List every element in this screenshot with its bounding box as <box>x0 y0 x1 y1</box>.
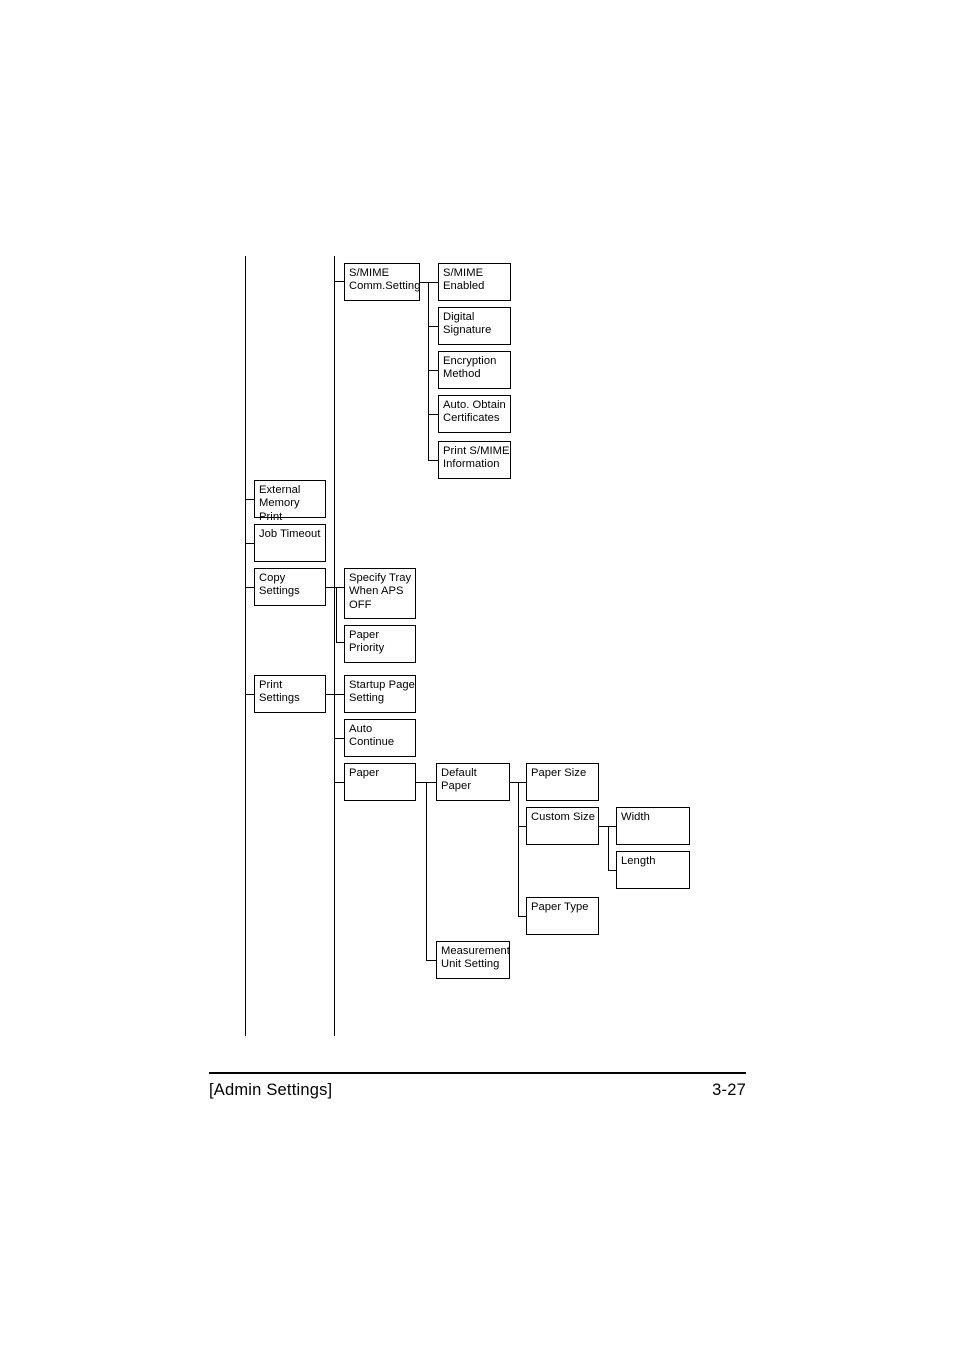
node-auto-obtain-certificates[interactable]: Auto. Obtain Certificates <box>438 395 511 433</box>
node-startup-page-setting[interactable]: Startup Page Setting <box>344 675 416 713</box>
connector-smime-enabled <box>420 282 438 283</box>
node-length[interactable]: Length <box>616 851 690 889</box>
footer-page-number: 3-27 <box>712 1080 746 1099</box>
connector-paper-size <box>518 782 526 783</box>
node-digital-signature[interactable]: Digital Signature <box>438 307 511 345</box>
node-encryption-method[interactable]: Encryption Method <box>438 351 511 389</box>
smime-children-spine <box>428 282 429 461</box>
connector-paper <box>334 782 344 783</box>
node-external-memory-print[interactable]: External Memory Print <box>254 480 326 523</box>
paper-children-spine <box>426 782 427 960</box>
node-job-timeout[interactable]: Job Timeout <box>254 524 326 562</box>
connector-auto-obtain-certificates <box>428 414 438 415</box>
connector-job-timeout <box>245 543 254 544</box>
node-paper-type[interactable]: Paper Type <box>526 897 599 935</box>
second-level-trunk-line <box>334 256 335 1036</box>
connector-length <box>608 870 616 871</box>
default-paper-children-spine <box>518 782 519 916</box>
footer-section-label: [Admin Settings] <box>209 1080 333 1099</box>
connector-custom-size <box>518 826 526 827</box>
connector-default-paper-branch <box>510 782 518 783</box>
page: S/MIME Comm.Setting S/MIME Enabled Digit… <box>0 0 954 1350</box>
connector-measurement-unit-setting <box>426 960 436 961</box>
connector-default-paper <box>426 782 436 783</box>
connector-auto-continue <box>334 738 344 739</box>
root-trunk-line <box>245 256 246 1036</box>
custom-size-children-spine <box>608 826 609 870</box>
connector-specify-tray-when-aps-off <box>336 587 344 588</box>
node-smime-enabled[interactable]: S/MIME Enabled <box>438 263 511 301</box>
connector-custom-size-branch <box>599 826 608 827</box>
connector-print-smime-information <box>428 460 438 461</box>
connector-width <box>608 826 616 827</box>
node-smime-comm-setting[interactable]: S/MIME Comm.Setting <box>344 263 420 301</box>
connector-copy-settings-branch <box>326 587 336 588</box>
node-default-paper[interactable]: Default Paper <box>436 763 510 801</box>
page-footer: [Admin Settings] 3-27 <box>209 1072 746 1100</box>
node-width[interactable]: Width <box>616 807 690 845</box>
node-print-smime-information[interactable]: Print S/MIME Information <box>438 441 511 479</box>
node-paper-priority[interactable]: Paper Priority <box>344 625 416 663</box>
connector-external-memory-print <box>245 499 254 500</box>
connector-copy-settings <box>245 587 254 588</box>
connector-startup-page-setting <box>334 694 344 695</box>
node-paper[interactable]: Paper <box>344 763 416 801</box>
node-measurement-unit-setting[interactable]: Measurement Unit Setting <box>436 941 510 979</box>
connector-paper-priority <box>336 642 344 643</box>
connector-print-settings <box>245 694 254 695</box>
connector-paper-branch <box>416 782 426 783</box>
connector-print-settings-branch <box>326 694 334 695</box>
node-custom-size[interactable]: Custom Size <box>526 807 599 845</box>
connector-smime-comm-setting <box>334 281 344 282</box>
node-specify-tray-when-aps-off[interactable]: Specify Tray When APS OFF <box>344 568 416 619</box>
connector-encryption-method <box>428 370 438 371</box>
node-paper-size[interactable]: Paper Size <box>526 763 599 801</box>
connector-digital-signature <box>428 326 438 327</box>
node-copy-settings[interactable]: Copy Settings <box>254 568 326 606</box>
copy-settings-children-spine <box>336 587 337 642</box>
footer-row: [Admin Settings] 3-27 <box>209 1074 746 1100</box>
node-auto-continue[interactable]: Auto Continue <box>344 719 416 757</box>
connector-paper-type <box>518 916 526 917</box>
menu-tree-diagram: S/MIME Comm.Setting S/MIME Enabled Digit… <box>0 0 954 1080</box>
node-print-settings[interactable]: Print Settings <box>254 675 326 713</box>
